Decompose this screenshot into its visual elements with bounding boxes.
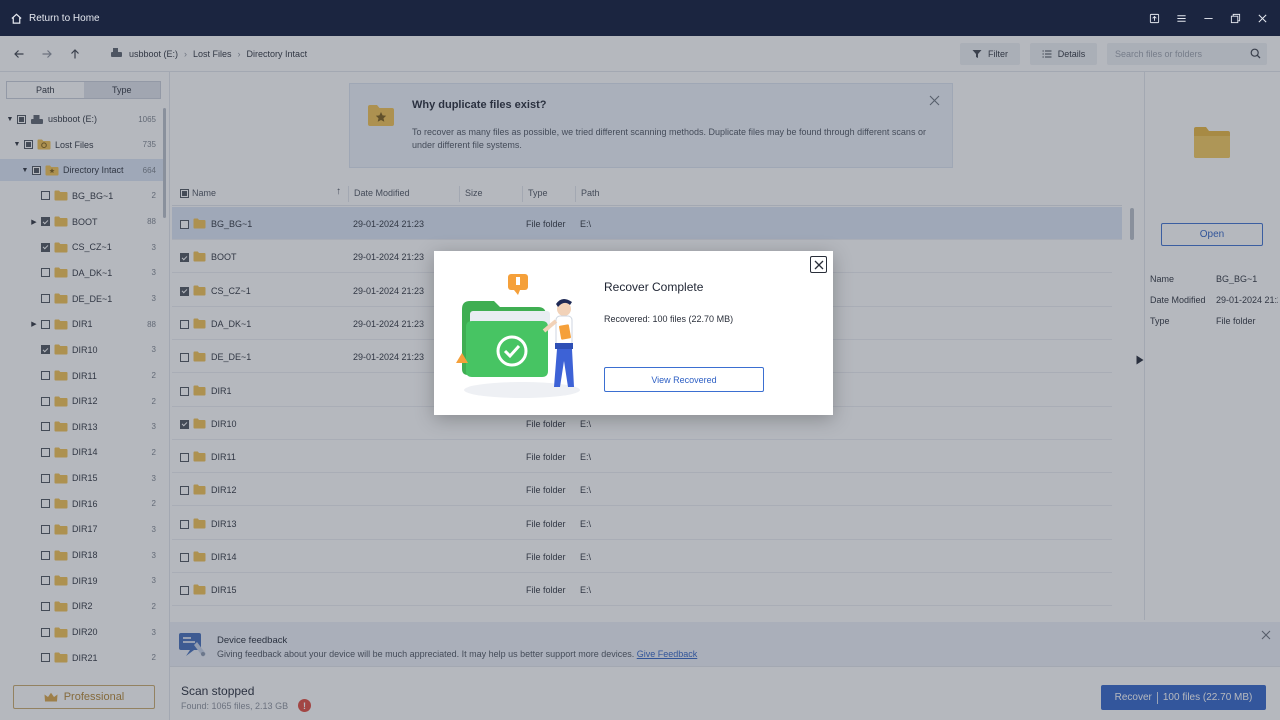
menu-icon[interactable] xyxy=(1176,13,1187,24)
return-home-label: Return to Home xyxy=(29,12,100,24)
return-home-button[interactable]: Return to Home xyxy=(10,12,100,25)
close-icon xyxy=(814,260,823,269)
dialog-message: Recovered: 100 files (22.70 MB) xyxy=(604,314,734,324)
restore-icon[interactable] xyxy=(1230,13,1241,24)
home-icon xyxy=(11,13,22,24)
dialog-title: Recover Complete xyxy=(604,280,704,294)
minimize-icon[interactable] xyxy=(1203,13,1214,24)
view-recovered-button[interactable]: View Recovered xyxy=(604,367,764,392)
title-bar: Return to Home xyxy=(0,0,1280,36)
close-window-icon[interactable] xyxy=(1257,13,1268,24)
recover-complete-dialog: Recover Complete Recovered: 100 files (2… xyxy=(434,251,833,415)
recovery-success-illustration xyxy=(456,274,580,398)
dialog-close-button[interactable] xyxy=(810,256,827,273)
upload-icon[interactable] xyxy=(1149,13,1160,24)
